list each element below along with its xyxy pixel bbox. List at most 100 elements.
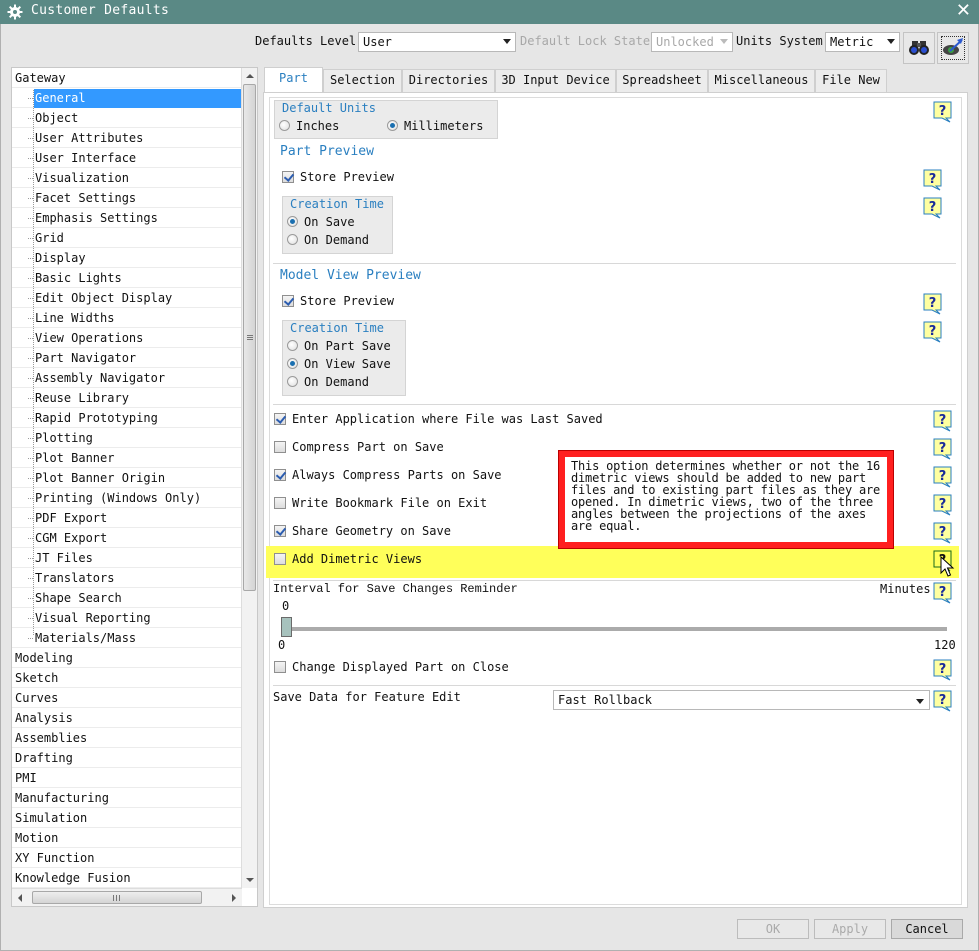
tree-item-assemblies[interactable]: Assemblies bbox=[12, 728, 242, 748]
checkbox-change-displayed-part[interactable]: Change Displayed Part on Close bbox=[274, 660, 509, 674]
radio-button[interactable] bbox=[287, 216, 298, 227]
lock-state-select[interactable]: Unlocked bbox=[651, 32, 733, 52]
radio-on-demand-view[interactable]: On Demand bbox=[287, 375, 369, 389]
help-icon[interactable]: ? bbox=[923, 197, 942, 219]
tab-3d-input-device[interactable]: 3D Input Device bbox=[495, 69, 616, 92]
checkbox[interactable] bbox=[282, 295, 294, 307]
scroll-down-icon[interactable] bbox=[246, 878, 254, 882]
tree-item-assembly-navigator[interactable]: Assembly Navigator bbox=[12, 368, 242, 388]
tree-item-simulation[interactable]: Simulation bbox=[12, 808, 242, 828]
find-button[interactable] bbox=[903, 32, 935, 64]
tree-item-visualization[interactable]: Visualization bbox=[12, 168, 242, 188]
help-icon[interactable]: ? bbox=[933, 522, 952, 544]
checkbox-always-compress[interactable]: Always Compress Parts on Save bbox=[274, 468, 502, 482]
checkbox-enter-application[interactable]: Enter Application where File was Last Sa… bbox=[274, 412, 603, 426]
radio-on-demand[interactable]: On Demand bbox=[287, 233, 369, 247]
tree-item-part-navigator[interactable]: Part Navigator bbox=[12, 348, 242, 368]
tree-item-emphasis-settings[interactable]: Emphasis Settings bbox=[12, 208, 242, 228]
tree-item-plot-banner[interactable]: Plot Banner bbox=[12, 448, 242, 468]
interval-slider-thumb[interactable] bbox=[281, 617, 292, 637]
help-icon[interactable]: ? bbox=[933, 582, 952, 604]
tab-directories[interactable]: Directories bbox=[402, 69, 495, 92]
tab-selection[interactable]: Selection bbox=[323, 69, 402, 92]
checkbox-model-store-preview[interactable]: Store Preview bbox=[282, 294, 394, 308]
checkbox[interactable] bbox=[274, 525, 286, 537]
apply-button[interactable]: Apply bbox=[814, 919, 886, 939]
view-changes-button[interactable] bbox=[937, 32, 969, 64]
tree-item-materials-mass[interactable]: Materials/Mass bbox=[12, 628, 242, 648]
tree-item-visual-reporting[interactable]: Visual Reporting bbox=[12, 608, 242, 628]
tree-item-view-operations[interactable]: View Operations bbox=[12, 328, 242, 348]
checkbox-part-store-preview[interactable]: Store Preview bbox=[282, 170, 394, 184]
scroll-thumb[interactable] bbox=[243, 84, 256, 591]
checkbox[interactable] bbox=[274, 553, 286, 565]
tree-item-user-interface[interactable]: User Interface bbox=[12, 148, 242, 168]
tab-miscellaneous[interactable]: Miscellaneous bbox=[708, 69, 815, 92]
tree-item-sketch[interactable]: Sketch bbox=[12, 668, 242, 688]
radio-button[interactable] bbox=[287, 340, 298, 351]
tree-item-edit-object-display[interactable]: Edit Object Display bbox=[12, 288, 242, 308]
radio-button[interactable] bbox=[279, 120, 290, 131]
help-icon[interactable]: ? bbox=[923, 321, 942, 343]
tree-item-motion[interactable]: Motion bbox=[12, 828, 242, 848]
ok-button[interactable]: OK bbox=[737, 919, 809, 939]
tree-item-drafting[interactable]: Drafting bbox=[12, 748, 242, 768]
tree-item-object[interactable]: Object bbox=[12, 108, 242, 128]
radio-button[interactable] bbox=[287, 234, 298, 245]
tree-item-user-attributes[interactable]: User Attributes bbox=[12, 128, 242, 148]
checkbox[interactable] bbox=[274, 661, 286, 673]
tree-item-jt-files[interactable]: JT Files bbox=[12, 548, 242, 568]
tree-item-general[interactable]: General bbox=[12, 88, 242, 108]
tab-part[interactable]: Part bbox=[264, 67, 323, 93]
tree-item-pmi[interactable]: PMI bbox=[12, 768, 242, 788]
checkbox[interactable] bbox=[282, 171, 294, 183]
tree-item-plotting[interactable]: Plotting bbox=[12, 428, 242, 448]
checkbox[interactable] bbox=[274, 413, 286, 425]
tree-item-line-widths[interactable]: Line Widths bbox=[12, 308, 242, 328]
checkbox-share-geometry[interactable]: Share Geometry on Save bbox=[274, 524, 451, 538]
tree-item-cgm-export[interactable]: CGM Export bbox=[12, 528, 242, 548]
radio-on-save[interactable]: On Save bbox=[287, 215, 355, 229]
radio-inches[interactable]: Inches bbox=[279, 119, 339, 133]
radio-millimeters[interactable]: Millimeters bbox=[387, 119, 483, 133]
scroll-right-icon[interactable] bbox=[232, 894, 236, 902]
tree-item-display[interactable]: Display bbox=[12, 248, 242, 268]
tree-item-printing-windows-only[interactable]: Printing (Windows Only) bbox=[12, 488, 242, 508]
help-icon[interactable]: ? bbox=[933, 690, 952, 712]
checkbox-add-dimetric-views[interactable]: Add Dimetric Views bbox=[274, 552, 422, 566]
checkbox[interactable] bbox=[274, 469, 286, 481]
tree-item-grid[interactable]: Grid bbox=[12, 228, 242, 248]
help-icon[interactable]: ? bbox=[933, 410, 952, 432]
interval-slider-track[interactable] bbox=[289, 627, 947, 631]
tree-item-modeling[interactable]: Modeling bbox=[12, 648, 242, 668]
tree-item-facet-settings[interactable]: Facet Settings bbox=[12, 188, 242, 208]
tree-item-rapid-prototyping[interactable]: Rapid Prototyping bbox=[12, 408, 242, 428]
checkbox-compress-part[interactable]: Compress Part on Save bbox=[274, 440, 444, 454]
tree-item-analysis[interactable]: Analysis bbox=[12, 708, 242, 728]
radio-button[interactable] bbox=[287, 358, 298, 369]
tree-item-reuse-library[interactable]: Reuse Library bbox=[12, 388, 242, 408]
tree-item-pdf-export[interactable]: PDF Export bbox=[12, 508, 242, 528]
help-icon[interactable]: ? bbox=[933, 659, 952, 681]
scroll-up-icon[interactable] bbox=[246, 74, 254, 78]
radio-button[interactable] bbox=[287, 376, 298, 387]
tab-spreadsheet[interactable]: Spreadsheet bbox=[616, 69, 708, 92]
cancel-button[interactable]: Cancel bbox=[891, 919, 963, 939]
tree-item-manufacturing[interactable]: Manufacturing bbox=[12, 788, 242, 808]
scroll-thumb[interactable] bbox=[32, 891, 202, 904]
help-icon[interactable]: ? bbox=[933, 494, 952, 516]
defaults-level-select[interactable]: User bbox=[358, 32, 516, 52]
checkbox[interactable] bbox=[274, 497, 286, 509]
help-icon[interactable]: ? bbox=[933, 466, 952, 488]
tree-vertical-scrollbar[interactable] bbox=[241, 68, 257, 888]
tree-item-gateway[interactable]: Gateway bbox=[12, 68, 242, 88]
units-system-select[interactable]: Metric bbox=[825, 32, 900, 52]
tree-item-plot-banner-origin[interactable]: Plot Banner Origin bbox=[12, 468, 242, 488]
help-icon[interactable]: ? bbox=[923, 293, 942, 315]
save-data-select[interactable]: Fast Rollback bbox=[553, 690, 930, 710]
tree-item-xy-function[interactable]: XY Function bbox=[12, 848, 242, 868]
checkbox[interactable] bbox=[274, 441, 286, 453]
tree-horizontal-scrollbar[interactable] bbox=[12, 888, 242, 906]
radio-button[interactable] bbox=[387, 120, 398, 131]
checkbox-write-bookmark[interactable]: Write Bookmark File on Exit bbox=[274, 496, 487, 510]
